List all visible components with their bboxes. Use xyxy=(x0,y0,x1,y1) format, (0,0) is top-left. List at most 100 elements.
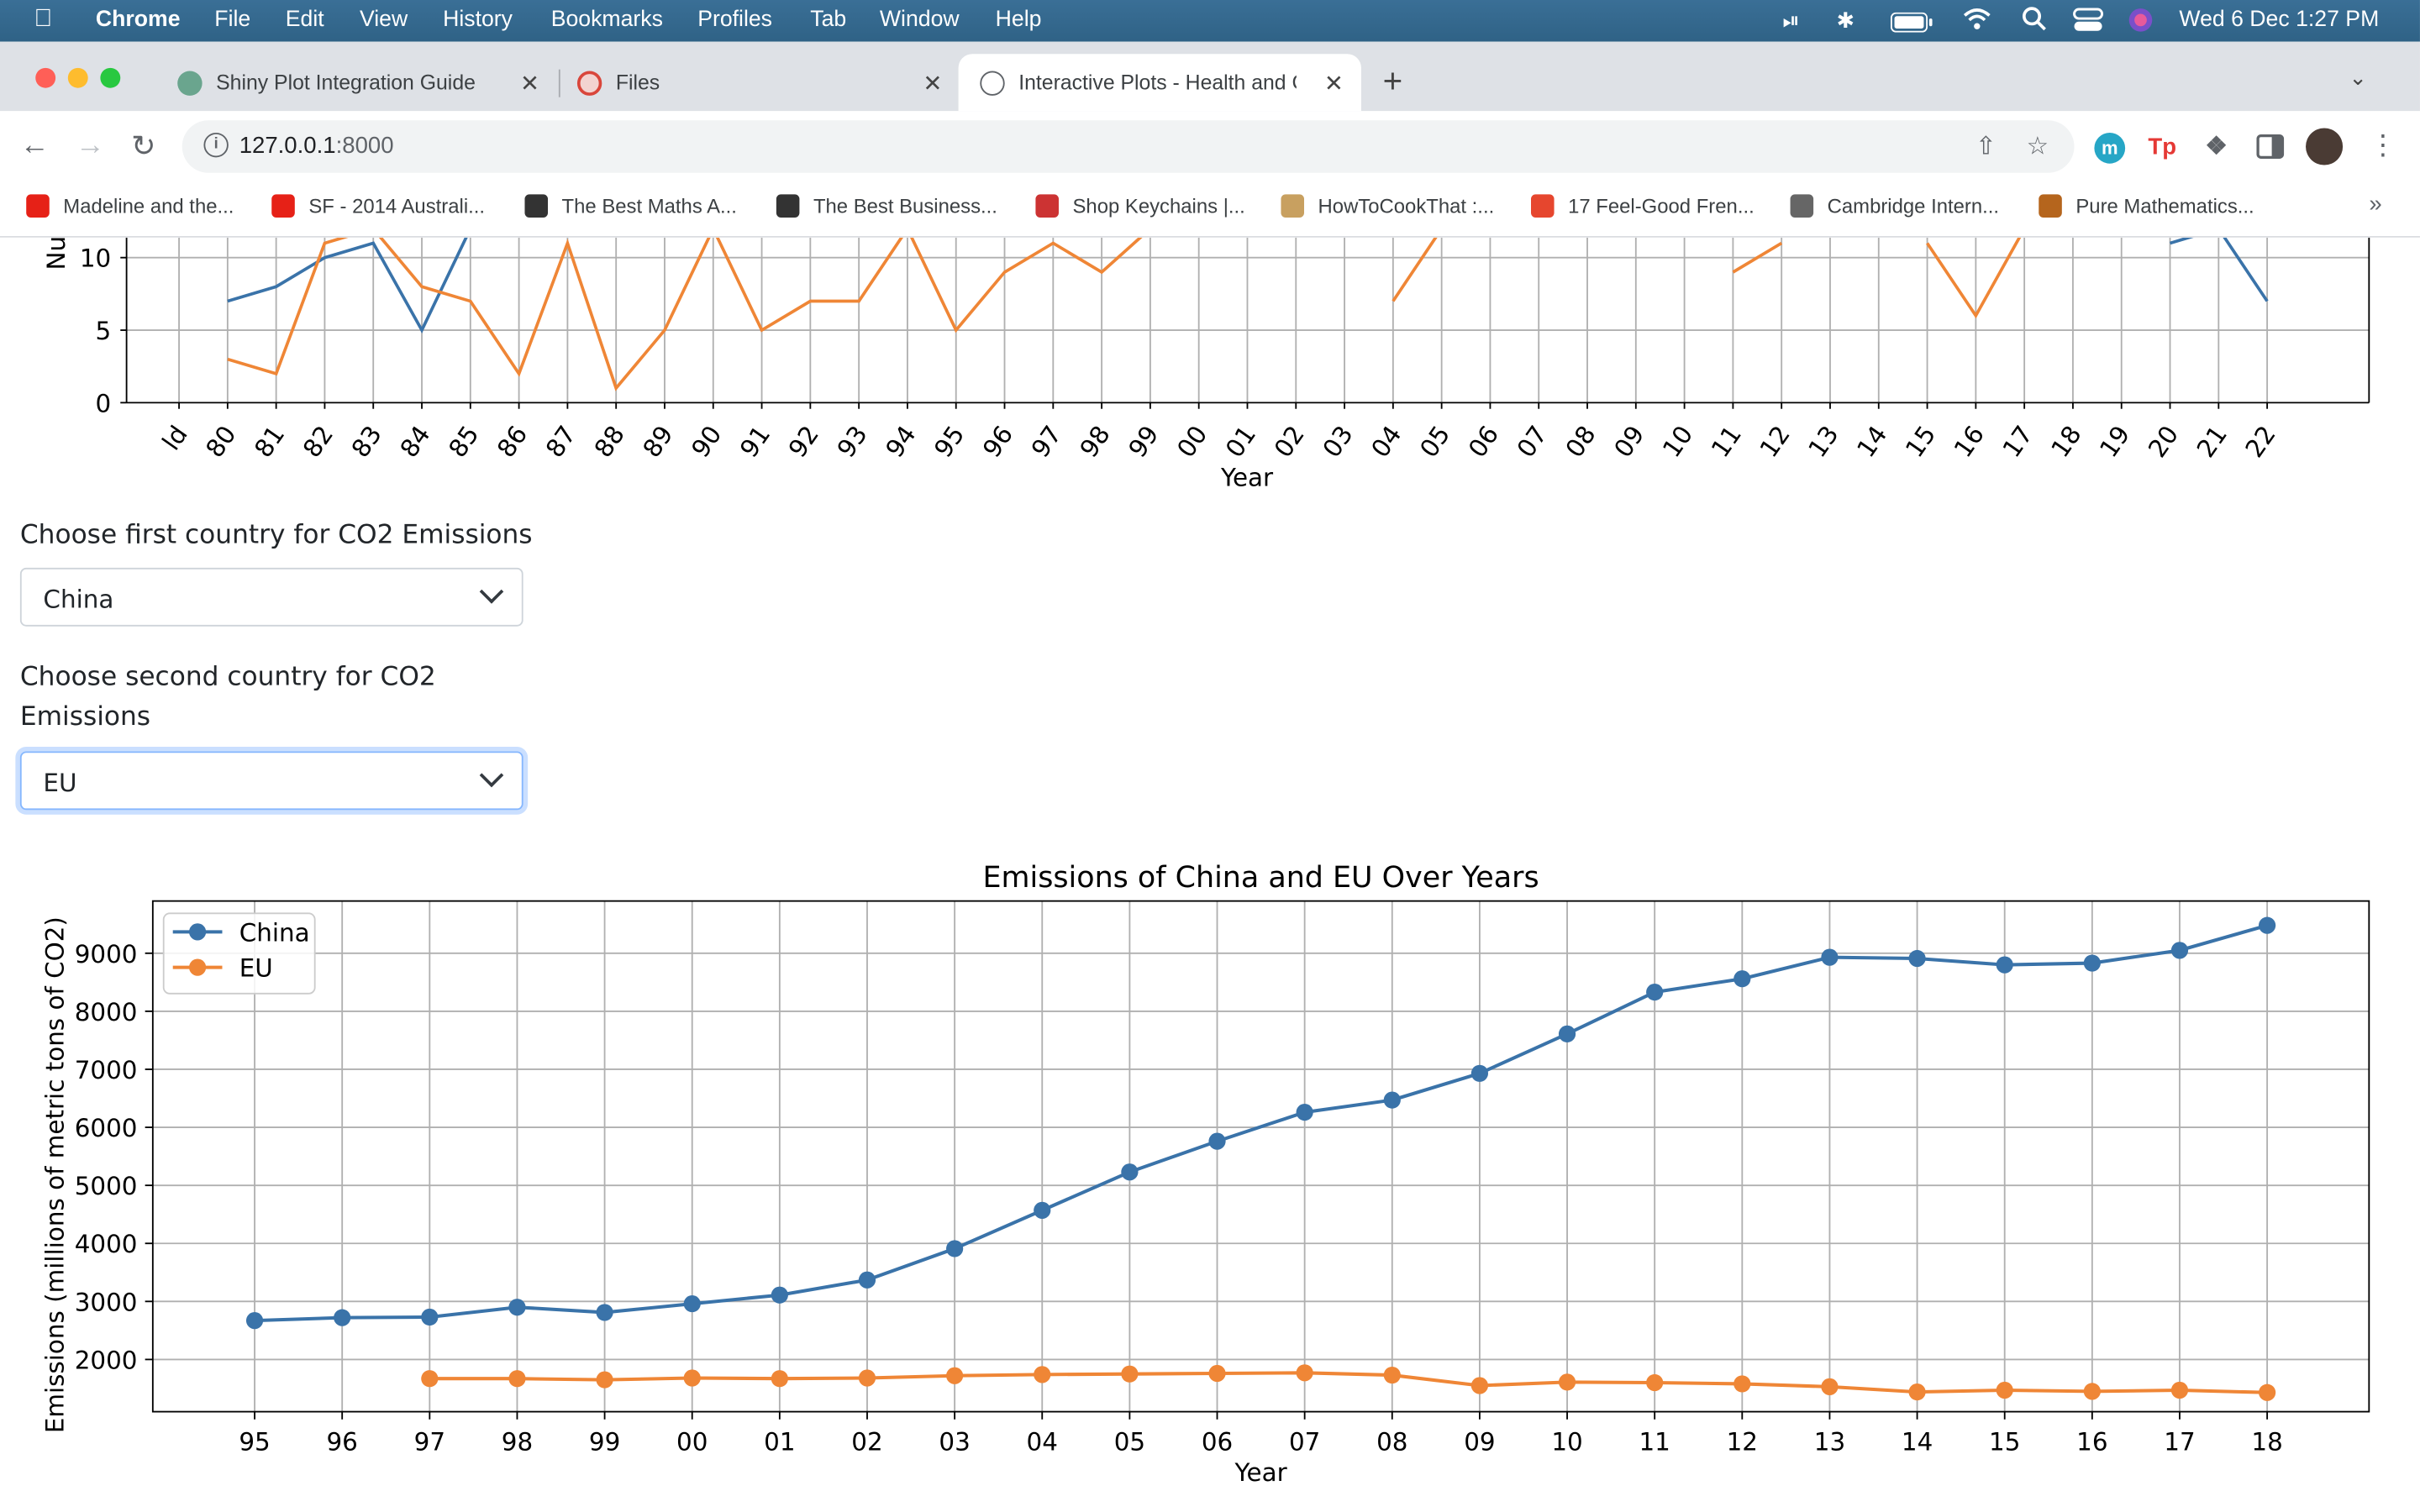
emissions-chart-x-tick-label: 99 xyxy=(589,1427,620,1456)
menu-profiles[interactable]: Profiles xyxy=(697,8,772,32)
emissions-data-point-china xyxy=(1034,1201,1051,1219)
emissions-chart-x-tick-label: 97 xyxy=(414,1427,445,1456)
emissions-line-chart[interactable]: Emissions of China and EU Over Years 2000… xyxy=(0,846,2420,1512)
reload-icon[interactable]: ↻ xyxy=(131,129,155,165)
bookmark-star-icon[interactable]: ☆ xyxy=(2027,131,2049,162)
emissions-chart-y-tick-label: 9000 xyxy=(75,940,138,969)
emissions-data-point-eu xyxy=(2259,1383,2276,1401)
top-chart-x-tick-label: 80 xyxy=(200,421,241,463)
top-chart-x-tick-label: ld xyxy=(157,421,193,455)
bookmark-label: Shop Keychains |... xyxy=(1072,194,1245,218)
top-chart-x-tick-label: 98 xyxy=(1075,421,1116,463)
close-tab-icon[interactable]: ✕ xyxy=(923,70,942,97)
site-info-icon[interactable]: i xyxy=(203,132,229,158)
emissions-chart-y-tick-label: 8000 xyxy=(75,998,138,1026)
emissions-data-point-china xyxy=(1121,1163,1139,1181)
close-window-button[interactable] xyxy=(35,67,56,88)
top-chart-x-tick-label: 10 xyxy=(1657,421,1698,463)
bookmark-item[interactable]: Pure Mathematics... xyxy=(2039,194,2254,218)
new-tab-button[interactable]: + xyxy=(1383,61,1403,102)
emissions-chart-x-tick-label: 10 xyxy=(1551,1427,1582,1456)
battery-icon[interactable] xyxy=(1890,12,1933,37)
tab-interactive-plots[interactable]: Interactive Plots - Health and C ✕ xyxy=(958,54,1361,112)
app-menu-chrome[interactable]: Chrome xyxy=(96,8,181,32)
forward-icon[interactable]: → xyxy=(76,129,105,163)
chevron-down-icon xyxy=(479,763,504,788)
emissions-chart-x-tick-label: 14 xyxy=(1902,1427,1933,1456)
top-chart-x-tick-label: 87 xyxy=(540,421,581,463)
bookmark-item[interactable]: Shop Keychains |... xyxy=(1035,194,1245,218)
menu-bookmarks[interactable]: Bookmarks xyxy=(551,8,663,32)
top-chart-x-tick-label: 09 xyxy=(1608,421,1649,463)
side-panel-icon[interactable] xyxy=(2254,133,2286,164)
bookmark-label: Pure Mathematics... xyxy=(2075,194,2254,218)
openai-icon xyxy=(177,71,203,96)
emissions-data-point-eu xyxy=(946,1367,964,1384)
emissions-data-point-eu xyxy=(1733,1375,1751,1393)
emissions-data-point-eu xyxy=(1208,1364,1226,1383)
tab-shiny-plot-guide[interactable]: Shiny Plot Integration Guide ✕ xyxy=(177,54,555,111)
menu-help[interactable]: Help xyxy=(996,8,1042,32)
extensions-puzzle-icon[interactable]: ❖ xyxy=(2201,133,2232,164)
top-chart-x-tick-label: 04 xyxy=(1365,421,1407,463)
top-chart-x-tick-label: 01 xyxy=(1220,421,1261,463)
share-icon[interactable]: ⇧ xyxy=(1975,131,1996,162)
tab-search-chevron-icon[interactable]: ⌄ xyxy=(2349,65,2367,91)
bookmark-item[interactable]: Madeline and the... xyxy=(26,194,234,218)
bookmark-item[interactable]: SF - 2014 Australi... xyxy=(271,194,485,218)
menu-edit[interactable]: Edit xyxy=(286,8,324,32)
apple-menu-icon[interactable]:  xyxy=(34,6,52,34)
top-chart-series-line xyxy=(227,237,2022,391)
extension-m-icon[interactable]: m xyxy=(2094,132,2126,164)
legend-label-china: China xyxy=(239,918,310,947)
emissions-chart-x-tick-label: 03 xyxy=(939,1427,970,1456)
emissions-chart-x-tick-label: 95 xyxy=(239,1427,270,1456)
emissions-chart-x-tick-label: 08 xyxy=(1376,1427,1407,1456)
profile-avatar[interactable] xyxy=(2306,128,2344,165)
top-chart-x-tick-label: 18 xyxy=(2045,421,2086,463)
top-line-chart[interactable]: 0510ld 80 81 82 83 84 85 86 87 88 89 90 91 92 93 94 95 96… xyxy=(0,237,2420,500)
emissions-data-point-eu xyxy=(683,1369,701,1387)
bookmark-label: The Best Maths A... xyxy=(561,194,737,218)
menu-window[interactable]: Window xyxy=(880,8,960,32)
control-center-icon[interactable] xyxy=(2073,8,2104,37)
minimize-window-button[interactable] xyxy=(67,67,88,88)
menu-history[interactable]: History xyxy=(443,8,513,32)
tab-files[interactable]: Files ✕ xyxy=(576,54,955,111)
emissions-data-point-eu xyxy=(1383,1366,1401,1384)
extension-tp-icon[interactable]: Tp xyxy=(2147,133,2178,164)
top-chart-x-tick-label: 85 xyxy=(443,421,484,463)
more-bookmarks-chevron-icon[interactable]: » xyxy=(2369,192,2381,218)
spotlight-icon[interactable] xyxy=(2022,6,2046,35)
emissions-data-point-china xyxy=(245,1312,264,1330)
menu-file[interactable]: File xyxy=(214,8,250,32)
siri-icon[interactable] xyxy=(2128,8,2153,37)
menu-view[interactable]: View xyxy=(360,8,408,32)
bookmark-item[interactable]: HowToCookThat :... xyxy=(1281,194,1494,218)
bookmark-item[interactable]: 17 Feel-Good Fren... xyxy=(1531,194,1754,218)
top-chart-x-tick-label: 17 xyxy=(1997,421,2039,463)
first-country-label: Choose first country for CO2 Emissions xyxy=(19,519,533,551)
menubar-clock[interactable]: Wed 6 Dec 1:27 PM xyxy=(2179,8,2379,32)
wifi-icon[interactable] xyxy=(1961,6,1992,35)
close-tab-icon[interactable]: ✕ xyxy=(520,70,539,97)
first-country-select[interactable]: China xyxy=(19,567,523,627)
bookmark-item[interactable]: Cambridge Intern... xyxy=(1790,194,1999,218)
zoom-window-button[interactable] xyxy=(100,67,121,88)
top-chart-x-tick-label: 16 xyxy=(1949,421,1990,463)
close-tab-icon[interactable]: ✕ xyxy=(1324,70,1344,97)
chrome-menu-icon[interactable]: ⋮ xyxy=(2369,129,2396,162)
top-chart-x-tick-label: 81 xyxy=(249,421,290,463)
back-icon[interactable]: ← xyxy=(20,129,50,163)
address-bar[interactable]: i 127.0.0.1:8000 ⇧ ☆ xyxy=(182,120,2075,173)
bookmark-item[interactable]: The Best Maths A... xyxy=(524,194,737,218)
top-chart-x-tick-label: 89 xyxy=(637,421,678,463)
bookmark-item[interactable]: The Best Business... xyxy=(776,194,997,218)
second-country-select[interactable]: EU xyxy=(19,751,523,811)
address-url[interactable]: 127.0.0.1:8000 xyxy=(239,133,394,159)
first-country-value: China xyxy=(43,585,114,615)
emissions-data-point-eu xyxy=(421,1370,439,1388)
menu-tab[interactable]: Tab xyxy=(810,8,846,32)
bluetooth-icon[interactable]: ✱ xyxy=(1837,8,1855,34)
screen-record-icon[interactable]: ⏯ xyxy=(1782,8,1800,34)
